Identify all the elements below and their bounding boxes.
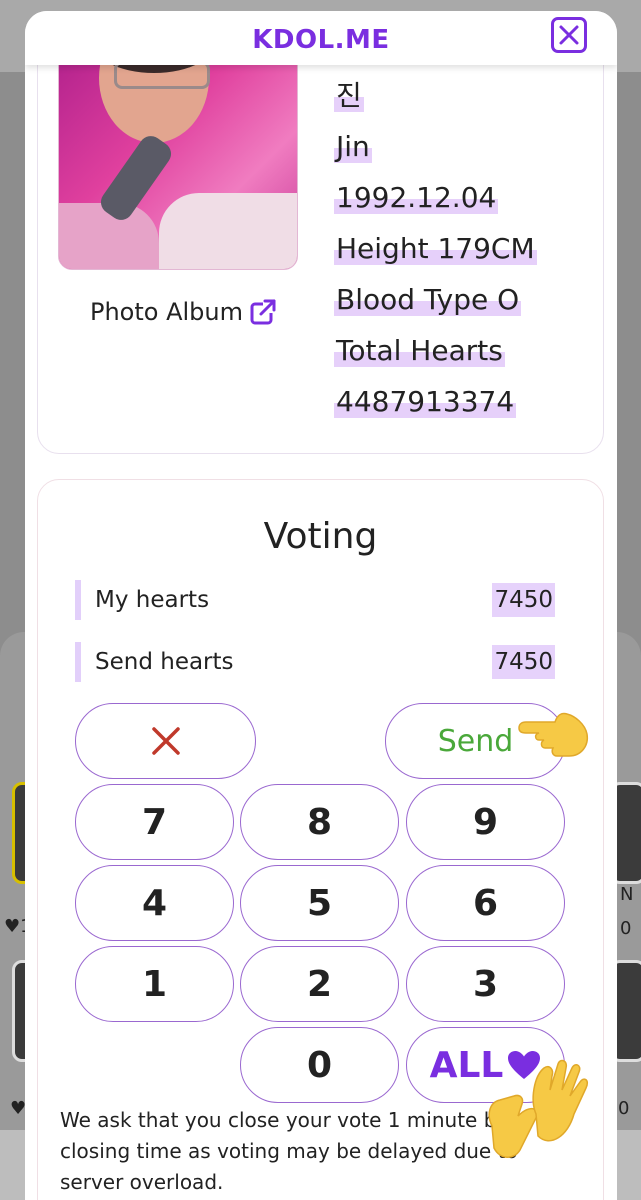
pointing-hand-icon	[518, 712, 589, 757]
send-hearts-label: Send hearts	[95, 649, 234, 675]
birthdate: 1992.12.04	[334, 181, 499, 214]
artist-info: 진 Jin 1992.12.04 Height 179CM Blood Type…	[334, 70, 604, 427]
my-hearts-value: 7450	[492, 583, 555, 617]
brand-title: KDOL.ME	[252, 25, 390, 55]
height: Height 179CM	[334, 232, 537, 265]
external-link-icon	[250, 299, 277, 325]
keypad-key-5[interactable]: 5	[240, 865, 399, 941]
raised-hands-icon	[488, 1059, 589, 1158]
keypad-key-9[interactable]: 9	[406, 784, 565, 860]
keypad-key-6[interactable]: 6	[406, 865, 565, 941]
send-hearts-value: 7450	[492, 645, 555, 679]
send-button-label: Send	[437, 723, 514, 759]
profile-card: Photo Album 진 Jin 1992.12.04 Height 179C…	[37, 11, 604, 454]
my-hearts-label: My hearts	[95, 587, 210, 613]
voting-title: Voting	[263, 516, 378, 557]
artist-modal: KDOL.ME Photo Album 진 Jin 1992.12.04 Hei…	[25, 11, 617, 1200]
my-hearts-row: My hearts 7450	[75, 580, 555, 620]
total-hearts-value: 4487913374	[334, 385, 517, 418]
keypad-key-4[interactable]: 4	[75, 865, 234, 941]
clear-button[interactable]	[75, 703, 256, 779]
background-label: 0	[620, 918, 632, 939]
keypad-key-2[interactable]: 2	[240, 946, 399, 1022]
background-heart-count: ♥	[10, 1098, 27, 1119]
keypad-key-8[interactable]: 8	[240, 784, 399, 860]
blood-type: Blood Type O	[334, 283, 522, 316]
total-hearts-label: Total Hearts	[334, 334, 505, 367]
korean-name: 진	[334, 79, 364, 112]
keypad-key-1[interactable]: 1	[75, 946, 234, 1022]
modal-header: KDOL.ME	[25, 11, 617, 65]
keypad-key-0[interactable]: 0	[240, 1027, 399, 1103]
keypad-key-3[interactable]: 3	[406, 946, 565, 1022]
background-label: 0	[618, 1098, 630, 1119]
close-icon	[559, 25, 579, 45]
send-hearts-row: Send hearts 7450	[75, 642, 555, 682]
photo-album-label: Photo Album	[90, 298, 243, 326]
artist-photo	[58, 42, 298, 270]
clear-x-icon	[151, 727, 180, 755]
close-button[interactable]	[551, 17, 587, 53]
background-label: N	[620, 884, 634, 905]
artist-name: Jin	[334, 130, 372, 163]
keypad-key-7[interactable]: 7	[75, 784, 234, 860]
photo-album-link[interactable]: Photo Album	[90, 298, 277, 326]
